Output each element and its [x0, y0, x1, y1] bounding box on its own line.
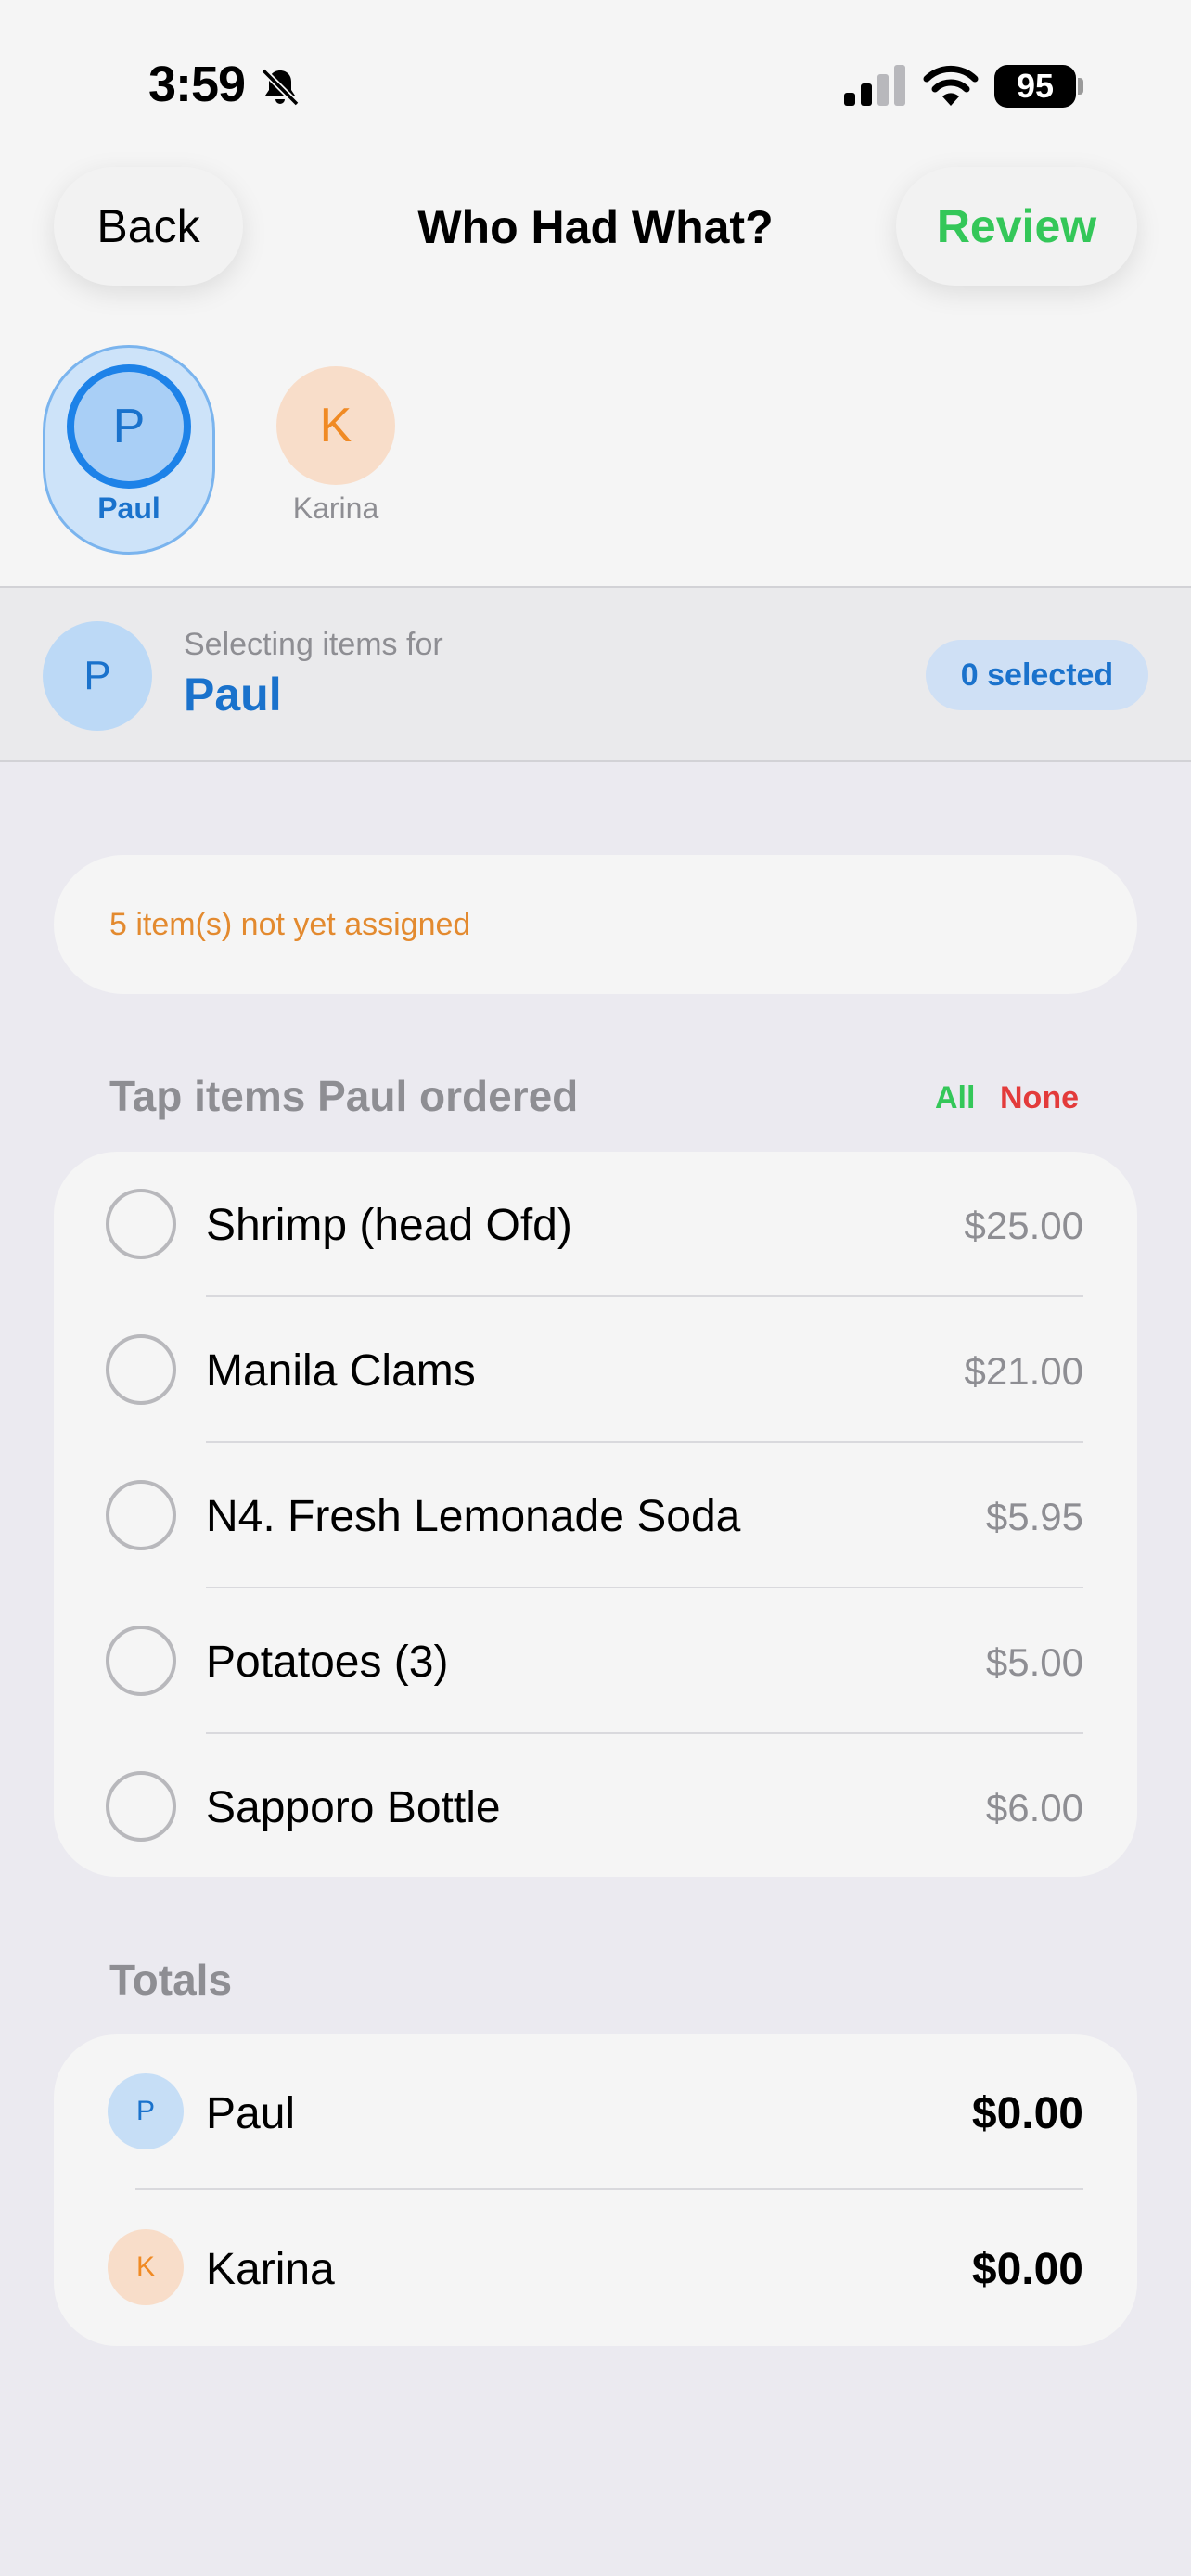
status-time: 3:59 — [148, 57, 246, 112]
item-row[interactable]: N4. Fresh Lemonade Soda $5.95 — [54, 1443, 1137, 1588]
item-row[interactable]: Sapporo Bottle $6.00 — [54, 1734, 1137, 1880]
total-row-paul: P Paul $0.00 — [54, 2034, 1137, 2190]
selecting-caption: Selecting items for — [184, 627, 443, 662]
select-all-button[interactable]: All — [935, 1080, 975, 1116]
item-checkbox[interactable] — [106, 1626, 176, 1696]
person-chip-label-karina: Karina — [292, 491, 379, 525]
total-name: Karina — [206, 2245, 335, 2294]
battery-icon: 95 — [994, 65, 1076, 108]
items-section-title: Tap items Paul ordered — [109, 1072, 579, 1120]
total-amount: $0.00 — [971, 2245, 1083, 2294]
wifi-icon — [923, 65, 979, 106]
select-none-button[interactable]: None — [1000, 1080, 1079, 1116]
item-row[interactable]: Manila Clams $21.00 — [54, 1297, 1137, 1443]
selecting-name: Paul — [184, 669, 282, 721]
totals-card: P Paul $0.00 K Karina $0.00 — [54, 2034, 1137, 2346]
item-row[interactable]: Shrimp (head Ofd) $25.00 — [54, 1152, 1137, 1297]
person-chip-karina[interactable]: K — [276, 366, 395, 485]
item-row[interactable]: Potatoes (3) $5.00 — [54, 1588, 1137, 1734]
item-name: N4. Fresh Lemonade Soda — [206, 1492, 741, 1541]
unassigned-notice-text: 5 item(s) not yet assigned — [109, 907, 471, 942]
bell-slash-icon — [261, 68, 300, 107]
totals-section-title: Totals — [109, 1956, 233, 2004]
signal-icon — [844, 65, 905, 106]
item-name: Shrimp (head Ofd) — [206, 1201, 572, 1250]
item-checkbox[interactable] — [106, 1189, 176, 1259]
item-price: $25.00 — [964, 1204, 1083, 1247]
selected-count-badge: 0 selected — [926, 640, 1148, 710]
total-name: Paul — [206, 2089, 296, 2138]
items-card: Shrimp (head Ofd) $25.00 Manila Clams $2… — [54, 1152, 1137, 1877]
item-price: $21.00 — [964, 1349, 1083, 1393]
page-title: Who Had What? — [417, 201, 774, 253]
back-button[interactable]: Back — [54, 167, 243, 286]
avatar-paul: P — [67, 364, 191, 489]
item-price: $5.95 — [985, 1495, 1083, 1538]
item-checkbox[interactable] — [106, 1334, 176, 1405]
item-name: Sapporo Bottle — [206, 1783, 501, 1832]
battery-nub — [1078, 78, 1083, 95]
total-amount: $0.00 — [971, 2089, 1083, 2138]
item-name: Potatoes (3) — [206, 1638, 449, 1687]
review-button[interactable]: Review — [896, 167, 1137, 286]
item-name: Manila Clams — [206, 1346, 476, 1396]
selecting-avatar: P — [43, 621, 152, 731]
item-price: $6.00 — [985, 1786, 1083, 1830]
item-price: $5.00 — [985, 1640, 1083, 1684]
avatar-karina: K — [108, 2229, 184, 2305]
avatar-paul: P — [108, 2073, 184, 2149]
total-row-karina: K Karina $0.00 — [54, 2190, 1137, 2346]
item-checkbox[interactable] — [106, 1771, 176, 1842]
person-chip-label-paul: Paul — [97, 491, 160, 525]
item-checkbox[interactable] — [106, 1480, 176, 1550]
